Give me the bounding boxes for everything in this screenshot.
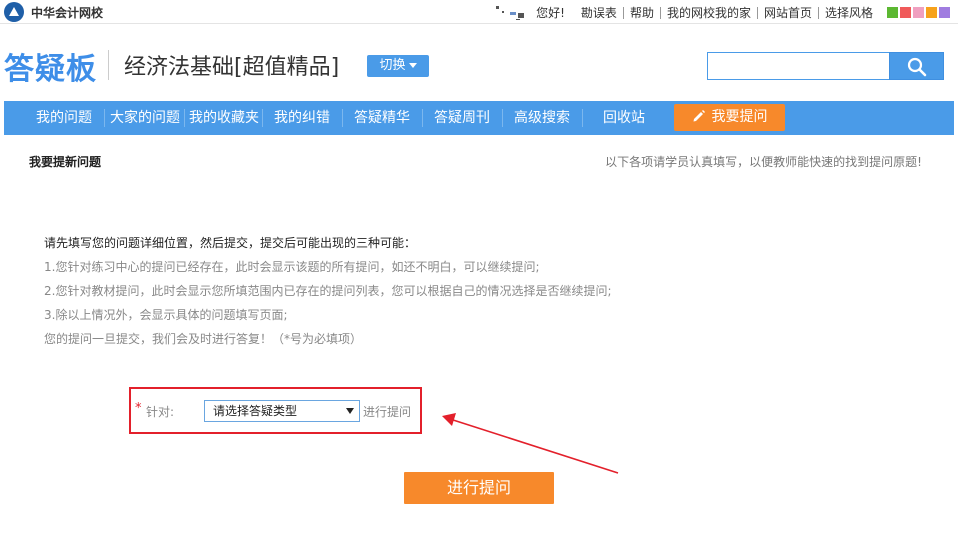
nav-divider xyxy=(582,109,583,127)
notice-block: 请先填写您的问题详细位置，然后提交，提交后可能出现的三种可能： 1.您针对练习中… xyxy=(44,231,612,351)
notice-line: 您的提问一旦提交，我们会及时进行答复！（*号为必填项） xyxy=(44,332,363,346)
select-value: 请选择答疑类型 xyxy=(213,404,298,418)
notice-line: 3.除以上情况外，会显示具体的问题填写页面; xyxy=(44,308,288,322)
link-help[interactable]: 帮助 xyxy=(622,6,660,19)
ask-question-button[interactable]: 我要提问 xyxy=(674,104,785,131)
nav-divider xyxy=(422,109,423,127)
brand-title: 答疑板 xyxy=(4,52,97,87)
nav-divider xyxy=(184,109,185,127)
main-nav: 我的问题 大家的问题 我的收藏夹 我的纠错 答疑精华 答疑周刊 高级搜索 回收站… xyxy=(4,101,954,135)
link-site-home[interactable]: 网站首页 xyxy=(756,6,818,19)
page-title: 我要提新问题 xyxy=(29,155,102,169)
switch-course-button[interactable]: 切换 xyxy=(367,55,429,77)
user-avatar-icon xyxy=(496,5,530,20)
question-type-form: * 针对: 请选择答疑类型 进行提问 xyxy=(129,387,422,434)
link-my-home[interactable]: 我的网校我的家 xyxy=(659,6,757,19)
question-type-label: 针对: xyxy=(146,405,175,419)
nav-divider xyxy=(342,109,343,127)
style-swatch-purple[interactable] xyxy=(939,7,950,18)
red-arrow-annotation xyxy=(442,413,619,474)
style-swatch-red[interactable] xyxy=(900,7,911,18)
nav-divider xyxy=(262,109,263,127)
style-swatch-pink[interactable] xyxy=(913,7,924,18)
link-errata[interactable]: 勘误表 xyxy=(577,7,623,19)
header-divider xyxy=(108,50,109,80)
nav-my-questions[interactable]: 我的问题 xyxy=(28,101,100,135)
nav-favorites[interactable]: 我的收藏夹 xyxy=(186,101,262,135)
nav-highlights[interactable]: 答疑精华 xyxy=(346,101,418,135)
required-mark: * xyxy=(135,401,142,416)
site-logo[interactable]: 中华会计网校 xyxy=(4,2,103,22)
nav-my-corrections[interactable]: 我的纠错 xyxy=(266,101,338,135)
logo-text: 中华会计网校 xyxy=(31,5,104,20)
switch-label: 切换 xyxy=(379,58,406,73)
search-input[interactable] xyxy=(707,52,890,80)
link-choose-style[interactable]: 选择风格 xyxy=(817,6,879,19)
page-hint: 以下各项请学员认真填写，以便教师能快速的找到提问原题! xyxy=(605,155,922,169)
nav-weekly[interactable]: 答疑周刊 xyxy=(426,101,498,135)
submit-question-button[interactable]: 进行提问 xyxy=(404,472,554,504)
style-swatches xyxy=(885,7,950,18)
top-links: 您好! 勘误表 帮助 我的网校我的家 网站首页 选择风格 xyxy=(496,4,950,21)
notice-heading: 请先填写您的问题详细位置，然后提交，提交后可能出现的三种可能： xyxy=(44,236,417,250)
nav-advanced-search[interactable]: 高级搜索 xyxy=(506,101,578,135)
style-swatch-green[interactable] xyxy=(887,7,898,18)
dropdown-arrow-icon xyxy=(346,408,354,414)
nav-recycle-bin[interactable]: 回收站 xyxy=(588,101,660,135)
nav-divider xyxy=(104,109,105,127)
notice-line: 2.您针对教材提问，此时会显示您所填范围内已存在的提问列表，您可以根据自己的情况… xyxy=(44,284,612,298)
search-button[interactable] xyxy=(889,52,944,80)
notice-line: 1.您针对练习中心的提问已经存在，此时会显示该题的所有提问，如还不明白，可以继续… xyxy=(44,260,540,274)
top-bar: 中华会计网校 您好! 勘误表 帮助 我的网校我的家 网站首页 选择风格 xyxy=(0,0,958,24)
greeting-text: 您好! xyxy=(536,6,565,20)
caret-down-icon xyxy=(408,63,417,68)
pencil-icon xyxy=(693,110,705,122)
question-type-select[interactable]: 请选择答疑类型 xyxy=(204,400,360,422)
select-suffix-text: 进行提问 xyxy=(363,405,412,419)
style-swatch-orange[interactable] xyxy=(926,7,937,18)
ask-question-label: 我要提问 xyxy=(711,109,768,125)
logo-icon xyxy=(4,2,24,22)
search-icon xyxy=(907,57,927,77)
nav-all-questions[interactable]: 大家的问题 xyxy=(106,101,184,135)
nav-divider xyxy=(502,109,503,127)
course-title: 经济法基础[超值精品] xyxy=(124,55,340,80)
